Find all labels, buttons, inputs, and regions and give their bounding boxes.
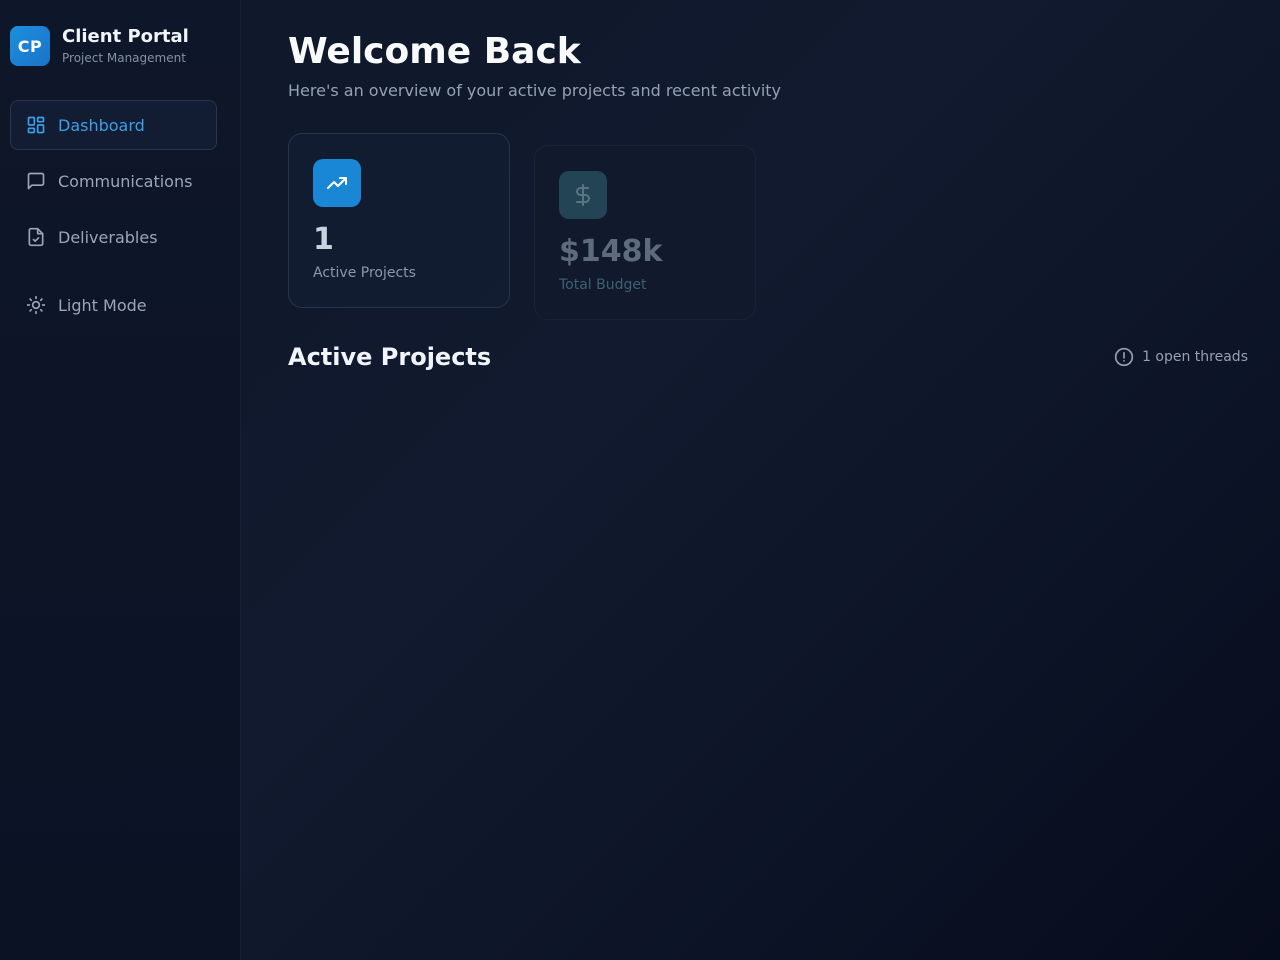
file-check-icon — [26, 227, 46, 247]
brand-title: Client Portal — [62, 26, 189, 47]
theme-toggle-label: Light Mode — [58, 295, 147, 315]
sidebar-item-dashboard[interactable]: Dashboard — [10, 100, 217, 150]
stat-card-active-projects: 1 Active Projects — [288, 133, 510, 308]
brand-logo: CP — [10, 26, 50, 66]
section-title-active-projects: Active Projects — [288, 343, 492, 371]
trending-up-icon — [313, 159, 361, 207]
sun-icon — [26, 295, 46, 315]
brand-subtitle: Project Management — [62, 51, 186, 65]
sidebar-item-communications[interactable]: Communications — [10, 156, 217, 206]
theme-toggle-button[interactable]: Light Mode — [10, 280, 217, 330]
sidebar-nav: Dashboard Communications Deliverables Li… — [10, 100, 217, 336]
stat-label: Total Budget — [559, 277, 647, 293]
alert-circle-icon — [1114, 347, 1134, 367]
dollar-icon — [559, 171, 607, 219]
sidebar-item-deliverables[interactable]: Deliverables — [10, 212, 217, 262]
stat-label: Active Projects — [313, 265, 416, 281]
stat-card-total-budget: $148k Total Budget — [534, 145, 756, 320]
message-square-icon — [26, 171, 46, 191]
open-threads-indicator: 1 open threads — [1114, 347, 1248, 367]
brand-text: Client Portal Project Management — [62, 26, 189, 66]
open-threads-label: 1 open threads — [1142, 349, 1248, 365]
stat-value: $148k — [559, 234, 663, 269]
sidebar: CP Client Portal Project Management Dash… — [0, 0, 241, 960]
sidebar-item-label: Dashboard — [58, 115, 145, 135]
brand: CP Client Portal Project Management — [10, 26, 189, 66]
page-subtitle: Here's an overview of your active projec… — [288, 81, 782, 100]
page-title: Welcome Back — [288, 31, 581, 72]
stat-value: 1 — [313, 222, 334, 257]
dashboard-grid-icon — [26, 115, 46, 135]
sidebar-item-label: Deliverables — [58, 227, 158, 247]
sidebar-item-label: Communications — [58, 171, 193, 191]
app-root: CP Client Portal Project Management Dash… — [0, 0, 1280, 960]
